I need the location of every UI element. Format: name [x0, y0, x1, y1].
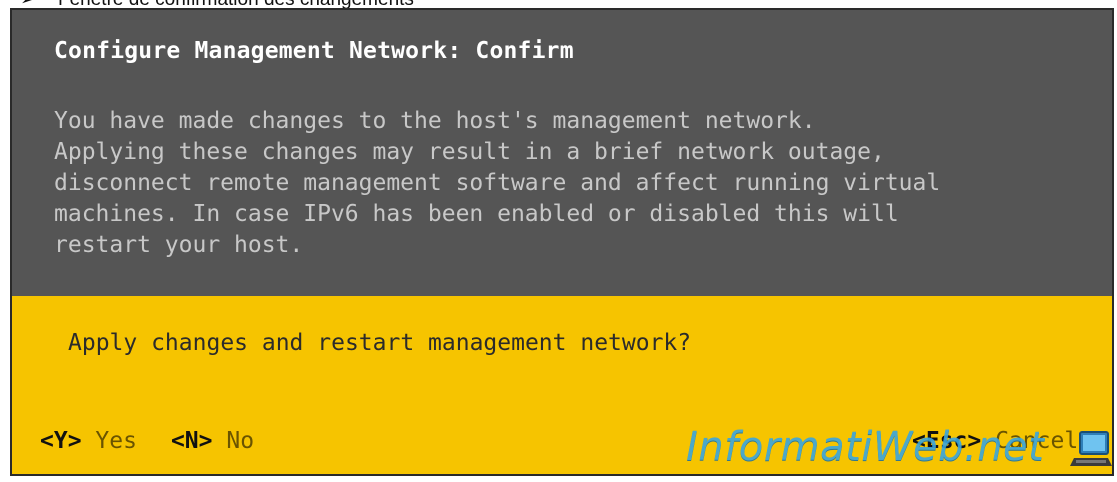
- no-key: <N>: [170, 428, 213, 454]
- confirm-question: Apply changes and restart management net…: [68, 330, 692, 356]
- no-label: No: [226, 428, 255, 454]
- dialog-title: Configure Management Network: Confirm: [54, 38, 574, 64]
- message-line: restart your host.: [54, 232, 304, 258]
- yes-button[interactable]: <Y> Yes: [40, 428, 137, 454]
- message-line: You have made changes to the host's mana…: [54, 108, 816, 134]
- message-line: Applying these changes may result in a b…: [54, 139, 885, 165]
- yes-key: <Y>: [40, 428, 82, 454]
- message-line: disconnect remote management software an…: [54, 170, 941, 196]
- message-line: machines. In case IPv6 has been enabled …: [54, 201, 899, 227]
- key-actions: <Y> Yes <N> No: [40, 428, 288, 454]
- yes-label: Yes: [95, 428, 137, 454]
- dialog-header-panel: Configure Management Network: Confirm Yo…: [12, 10, 1112, 296]
- esxi-dcui-dialog: Configure Management Network: Confirm Yo…: [10, 8, 1114, 476]
- no-button[interactable]: <N> No: [171, 428, 254, 454]
- dialog-message: You have made changes to the host's mana…: [54, 106, 940, 261]
- watermark-logo: InformatiWeb.net: [686, 424, 1045, 470]
- laptop-icon: [1070, 431, 1112, 466]
